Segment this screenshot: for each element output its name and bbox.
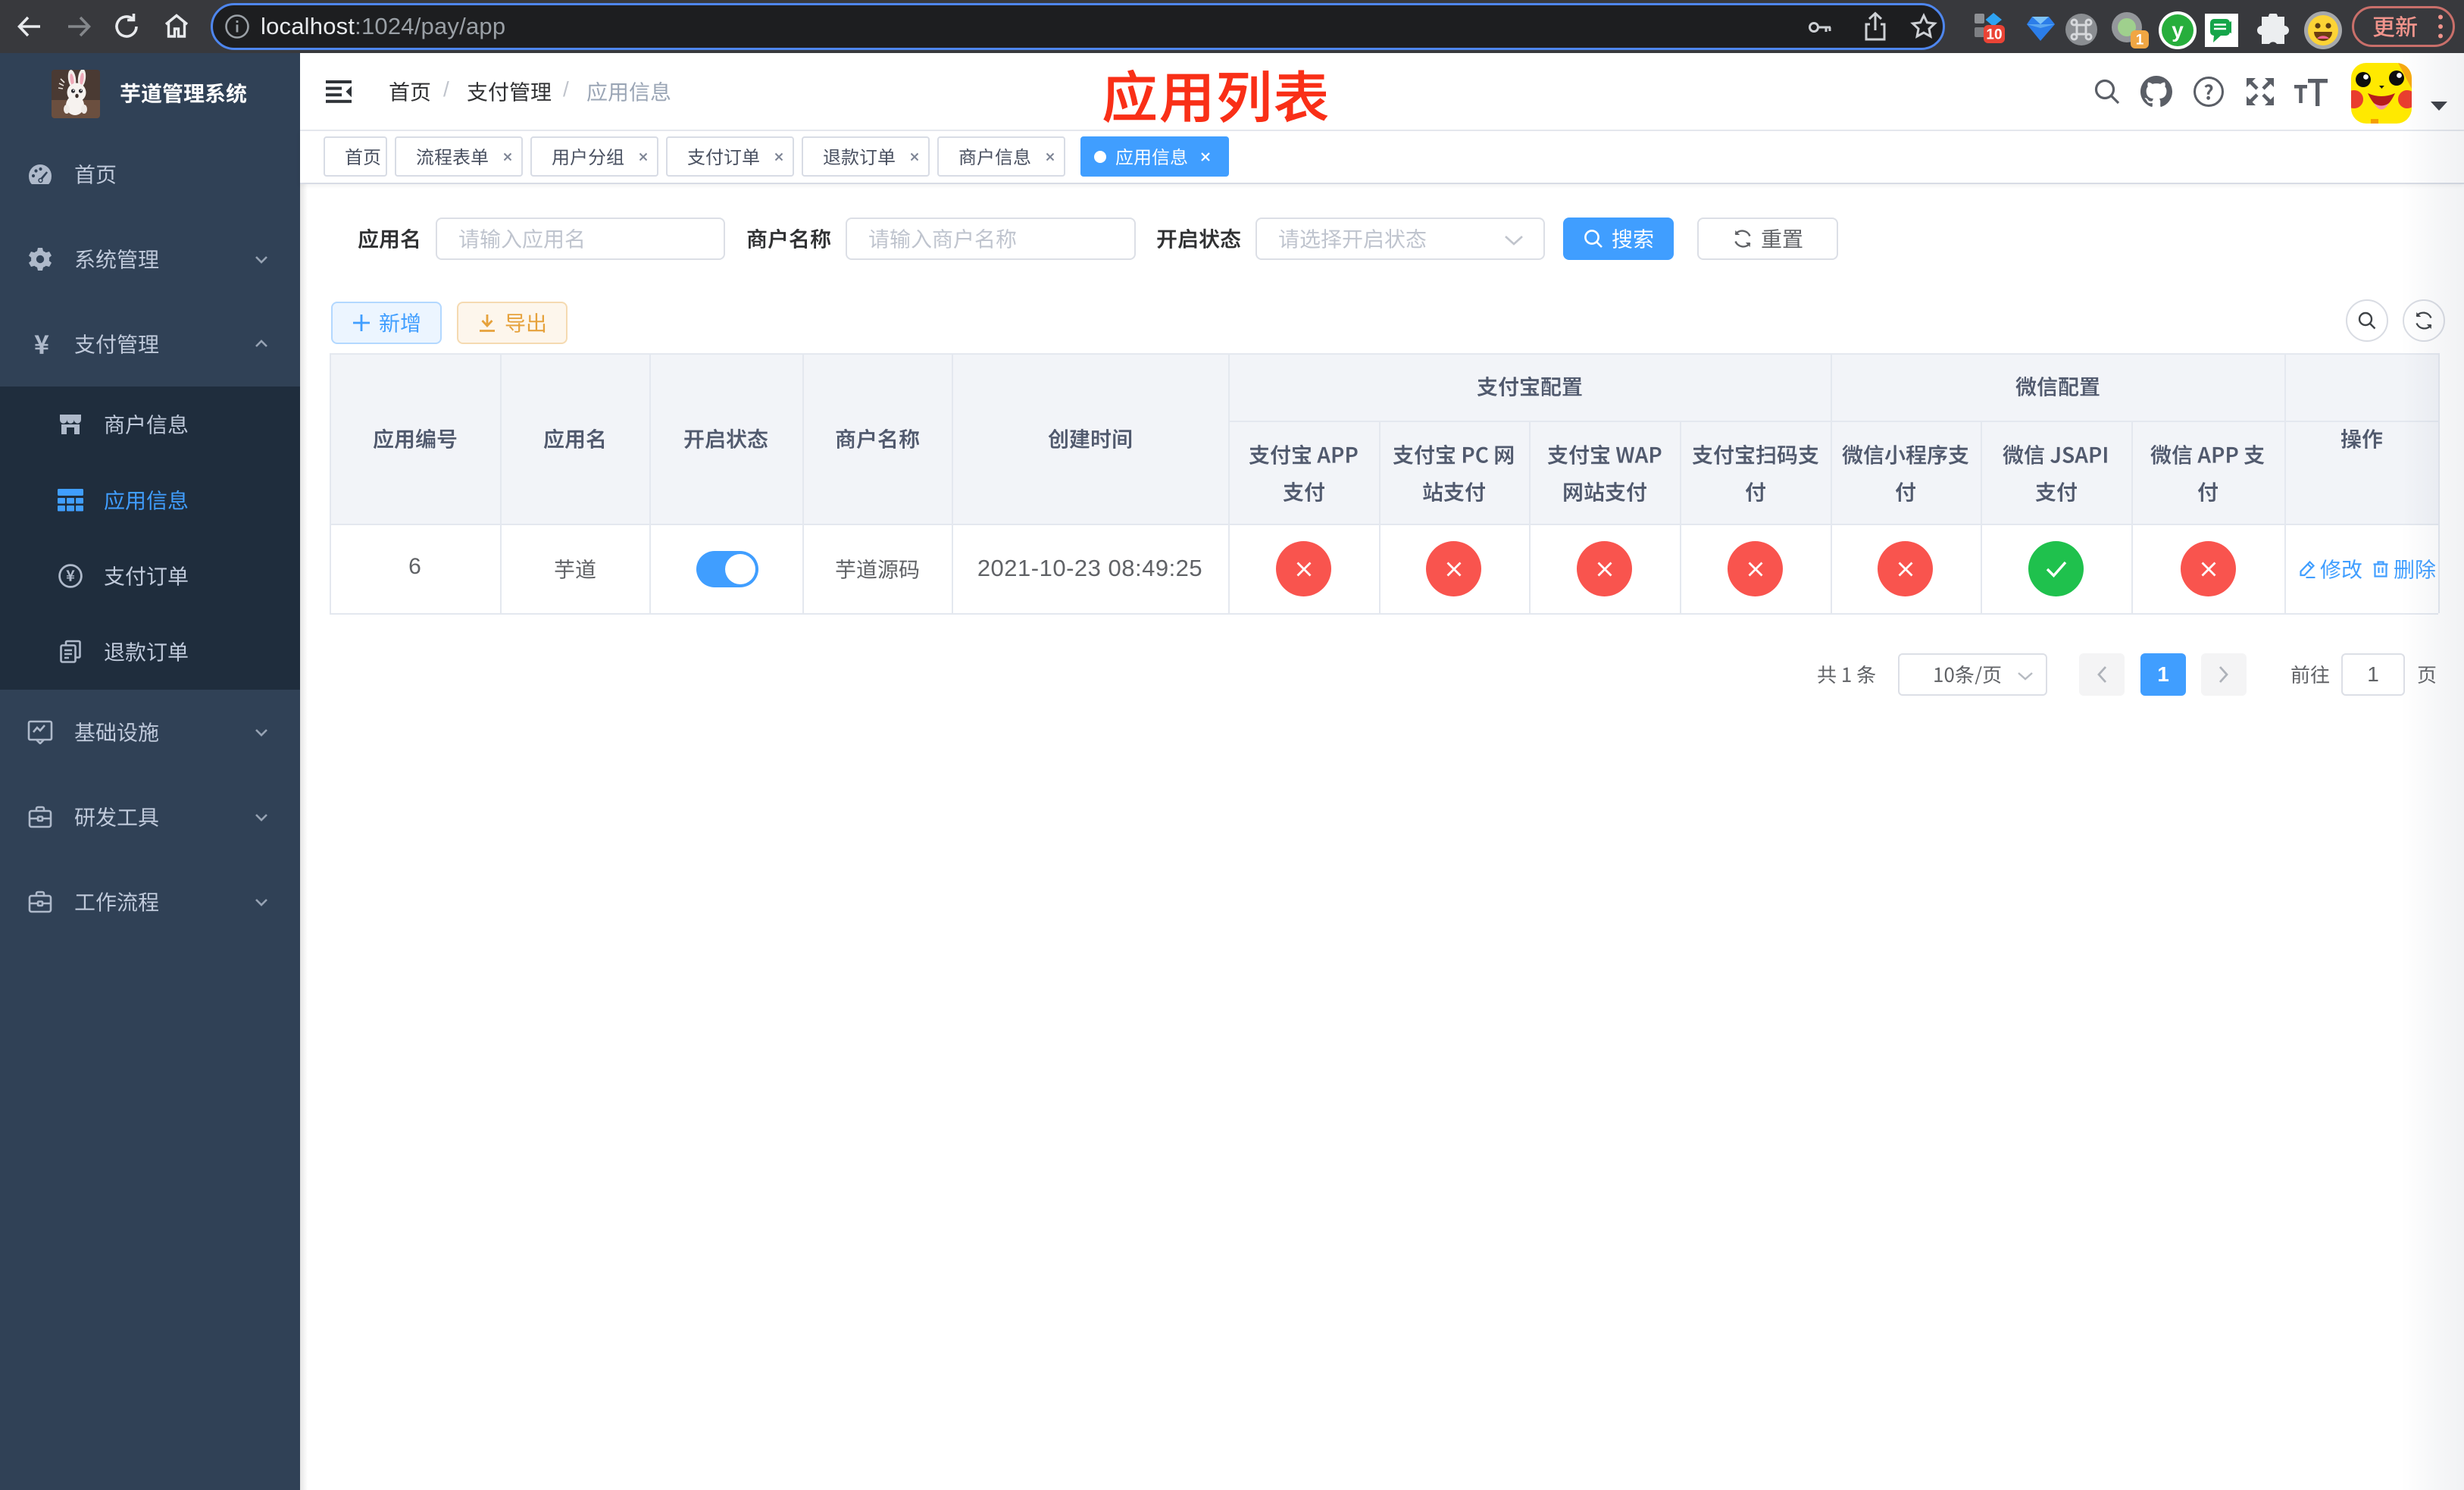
- svg-text:10: 10: [1986, 27, 2002, 43]
- svg-text:1: 1: [2136, 33, 2144, 49]
- svg-text:y: y: [2172, 18, 2184, 42]
